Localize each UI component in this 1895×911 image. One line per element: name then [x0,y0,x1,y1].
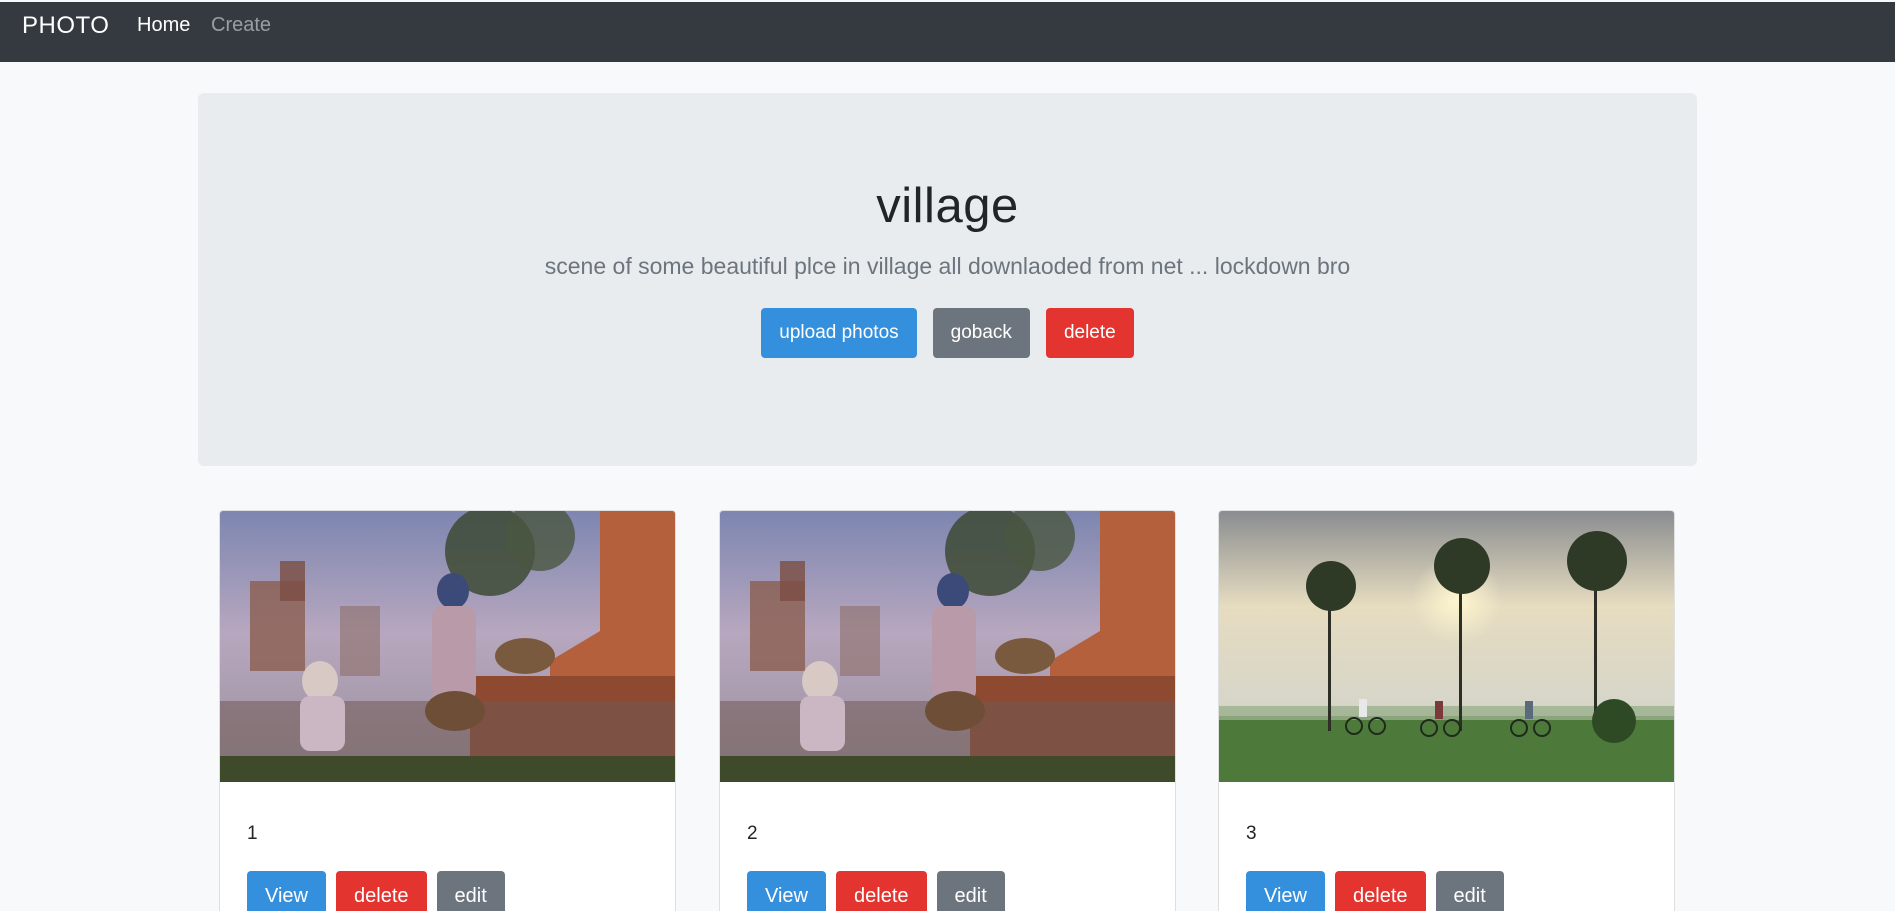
photo-title: 3 [1246,823,1257,844]
card-body: 1 View delete edit [220,782,675,911]
view-photo-button[interactable]: View [247,871,326,911]
upload-photos-button[interactable]: upload photos [761,308,917,358]
photo-title: 2 [747,823,758,844]
album-title: village [876,179,1019,233]
view-photo-button[interactable]: View [1246,871,1325,911]
delete-photo-button[interactable]: delete [836,871,927,911]
goback-button[interactable]: goback [932,308,1030,358]
delete-photo-button[interactable]: delete [1335,871,1426,911]
edit-photo-button[interactable]: edit [1435,871,1504,911]
nav-link-home[interactable]: Home [137,2,190,49]
album-description: scene of some beautiful plce in village … [544,253,1351,279]
card-body: 3 View delete edit [1219,782,1674,911]
album-header: village scene of some beautiful plce in … [198,93,1697,466]
edit-photo-button[interactable]: edit [936,871,1005,911]
delete-album-button[interactable]: delete [1045,308,1134,358]
photo-thumbnail[interactable] [720,511,1176,782]
photo-card: 1 View delete edit [219,510,676,911]
brand-logo[interactable]: PHOTO [22,2,109,49]
edit-photo-button[interactable]: edit [436,871,505,911]
photo-card: 3 View delete edit [1218,510,1675,911]
photo-thumbnail[interactable] [1219,511,1675,782]
photo-grid: 1 View delete edit 2 View delete edit 3 … [219,510,1676,911]
view-photo-button[interactable]: View [747,871,826,911]
photo-thumbnail[interactable] [220,511,676,782]
card-actions: View delete edit [747,871,1005,911]
card-actions: View delete edit [1246,871,1504,911]
photo-card: 2 View delete edit [719,510,1176,911]
photo-title: 1 [247,823,258,844]
nav-link-create[interactable]: Create [211,2,271,49]
delete-photo-button[interactable]: delete [336,871,427,911]
card-body: 2 View delete edit [720,782,1175,911]
top-navbar: PHOTO Home Create [0,2,1895,62]
card-actions: View delete edit [247,871,505,911]
album-actions: upload photos goback delete [198,308,1697,358]
